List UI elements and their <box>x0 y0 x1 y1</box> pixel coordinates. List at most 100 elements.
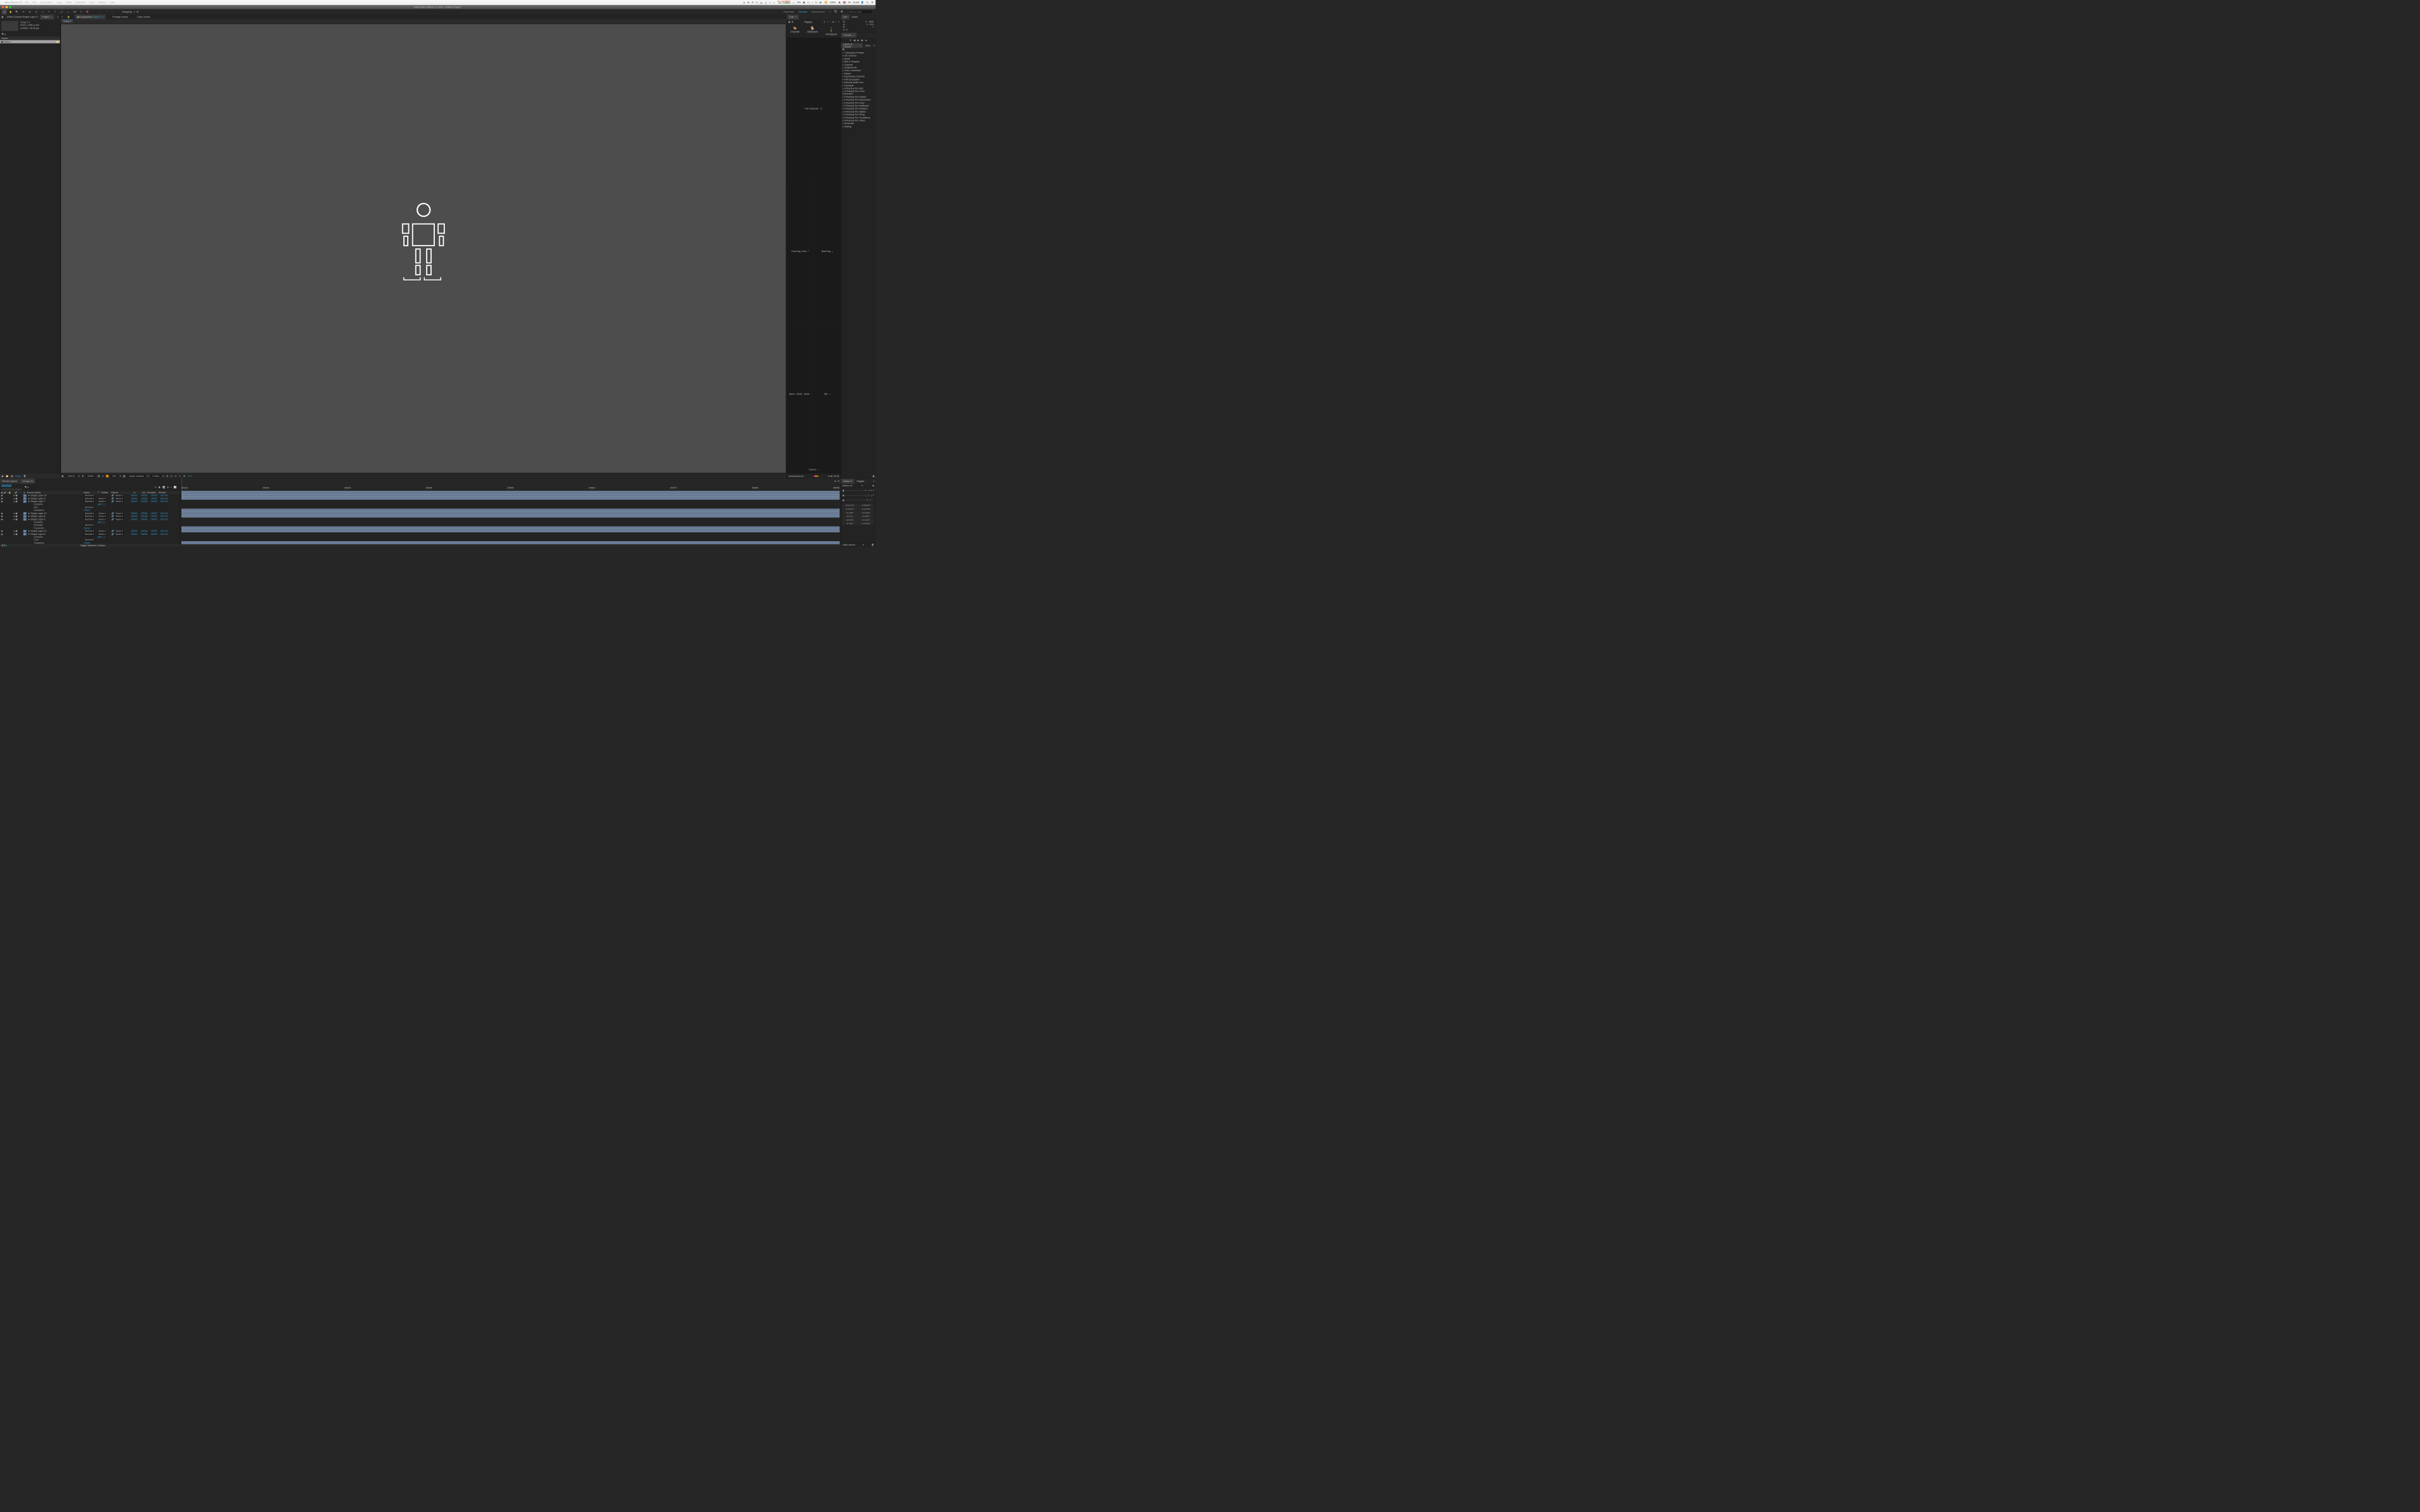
cam-menu-icon[interactable]: ▾ <box>147 475 149 478</box>
motion2-clone-button[interactable]: ⊕ CLONE <box>858 507 874 510</box>
render-queue-tab[interactable]: Render Queue <box>0 479 20 484</box>
trash-icon[interactable]: 🗑 <box>872 544 875 546</box>
motion2-null-button[interactable]: ⊕ NULL <box>842 515 858 518</box>
always-preview-icon[interactable]: ▣ <box>62 475 64 478</box>
views-dropdown[interactable]: 1 View <box>151 474 161 478</box>
pixel-aspect-icon[interactable]: ⊡ <box>175 475 176 478</box>
figure-r-shin[interactable] <box>426 265 432 275</box>
layer-bar[interactable] <box>182 512 839 514</box>
preview-next-icon[interactable]: |▶︎ <box>861 39 863 42</box>
dropdown-icon[interactable]: ▾ <box>861 484 863 487</box>
current-frame[interactable]: 00000 <box>86 474 95 478</box>
input-flag[interactable]: 🇬🇧 <box>843 1 846 4</box>
audio-tab[interactable]: Audio <box>850 14 860 20</box>
timeline-ruler[interactable]: ⊕ ⊟ 000100002000030000400005000060000700… <box>180 479 841 491</box>
effects-category[interactable]: FxFactory Pro Generators <box>841 98 876 101</box>
notifications-icon[interactable]: ☰ <box>871 1 873 4</box>
motion2-jump-button[interactable]: ⊕ JUMP <box>842 511 858 514</box>
exposure[interactable]: +0.0 <box>188 475 192 478</box>
search-help-input[interactable] <box>848 10 873 14</box>
layer-bar[interactable] <box>182 491 839 493</box>
panel-overflow-icon[interactable]: » <box>56 16 60 18</box>
layer-row[interactable]: ◉▸ ▣1★ Shape Layer 14Normal ▾🔗 None ▾000… <box>0 494 180 497</box>
layer-bar[interactable] <box>182 541 839 544</box>
user-icon[interactable]: 👤 <box>861 1 864 4</box>
effects-presets-tab[interactable]: Effects & Presets≡ <box>841 43 863 48</box>
dropbox-icon[interactable]: ⬡ <box>756 1 758 4</box>
guides-icon[interactable]: ⊞ <box>166 475 168 478</box>
channels-icon[interactable]: 🟧 <box>106 475 109 478</box>
menu-window[interactable]: Window <box>98 1 107 4</box>
roto-tool-icon[interactable]: ✦ <box>78 9 83 14</box>
duik-cancel[interactable]: Cancel« <box>787 466 841 474</box>
timeline-tracks[interactable] <box>180 491 841 544</box>
res-menu-icon[interactable]: ▾ <box>120 475 121 478</box>
effect-controls-tab-icon[interactable]: ▣ <box>0 16 5 18</box>
motion2-tab[interactable]: Motion 2 <box>841 479 855 484</box>
duik-ik-icon[interactable]: ⟋ <box>829 21 831 23</box>
effects-category[interactable]: FxFactory Pro Color Correction <box>841 90 876 96</box>
comp-chip[interactable]: Comp 1 <box>62 20 73 23</box>
figure-l-foot[interactable] <box>403 277 420 280</box>
mask-icon[interactable]: ◫ <box>170 475 172 478</box>
layer-row[interactable]: ◉▸ ▣6★ Shape Layer 6Normal ▾None ▾🔗 None… <box>0 518 180 521</box>
selection-tool-icon[interactable]: ▲ <box>2 9 7 14</box>
snapping-label[interactable]: Snapping <box>122 11 132 13</box>
eraser-tool-icon[interactable]: ⌫ <box>72 9 77 14</box>
motion2-slider-3[interactable]: ⊢ ⊣ ↔ <box>843 499 874 501</box>
wifi-icon[interactable]: 📶 <box>824 1 827 4</box>
resolution-icon[interactable]: ▾ <box>78 475 79 478</box>
axis-tool-icon[interactable]: ⊹ <box>103 9 108 14</box>
sync-icon[interactable]: 🗖 <box>834 10 836 14</box>
figure-head[interactable] <box>417 203 430 217</box>
motion2-spin-button[interactable]: ⊕ SPIN <box>842 522 858 525</box>
effects-category[interactable]: Keying <box>841 125 876 129</box>
rect-tool-icon[interactable]: ▭ <box>40 9 45 14</box>
duik-help-icon[interactable]: ? <box>838 21 839 23</box>
figure-l-shoulder[interactable] <box>402 224 410 234</box>
interpret-icon[interactable]: ▣ <box>1 475 3 478</box>
duik-bone-icon[interactable]: / <box>827 21 828 23</box>
layer-row[interactable]: ◉▸ ▣3★ Shape Layer 7Normal ▾None ▾🔗 None… <box>0 500 180 503</box>
duik-full-character[interactable]: Full character🚶 <box>787 38 841 180</box>
tl-tool-icon[interactable]: ⟲ <box>154 486 156 489</box>
motion2-blend-button[interactable]: ⊕ BLEND <box>858 504 874 507</box>
duik-spine[interactable]: Spine - Neck - Head↕ <box>787 323 814 465</box>
ruler-icon[interactable]: ⊟ <box>838 480 839 483</box>
project-search[interactable]: 🔍▾ <box>0 32 60 37</box>
viewer-lock-icon[interactable]: 🔒 <box>67 16 71 18</box>
brush-tool-icon[interactable]: 🖌 <box>59 9 64 14</box>
figure-r-foot[interactable] <box>424 277 441 280</box>
duik-link-icon[interactable]: ~ <box>836 21 837 23</box>
comp-new-icon[interactable]: ▣ <box>11 475 13 478</box>
tl-shy-icon[interactable]: 👻 <box>162 486 165 489</box>
menu-view[interactable]: View <box>89 1 95 4</box>
snapshot-icon[interactable]: 📷 <box>97 475 100 478</box>
duik-tail[interactable]: Tail〰 <box>814 323 841 465</box>
status-icon[interactable]: ▣ <box>803 1 805 4</box>
fast-preview-icon[interactable]: ⚛ <box>179 475 181 478</box>
layer-bar[interactable] <box>182 527 839 529</box>
battery-right[interactable]: 100% <box>830 1 836 4</box>
preview-first-icon[interactable]: ⏮ <box>850 39 851 42</box>
layer-row[interactable]: ◉▸ ▣7★ Shape Layer 12Normal ▾None ▾🔗 Non… <box>0 530 180 533</box>
clone-tool-icon[interactable]: ⎌ <box>66 9 71 14</box>
footage-tab[interactable]: Footage (none) <box>110 14 130 19</box>
status-icon[interactable]: ⟳ <box>752 1 754 4</box>
volume-icon[interactable]: 🔊 <box>819 1 822 4</box>
workspace-standard[interactable]: Standard <box>798 11 807 13</box>
effects-new-icon[interactable]: ▣ <box>841 475 876 478</box>
menu-help[interactable]: Help <box>110 1 115 4</box>
timeline-zoom-slider[interactable] <box>180 544 841 547</box>
pen-tool-icon[interactable]: ✎ <box>47 9 52 14</box>
viewer-overflow-icon[interactable]: » <box>62 16 63 18</box>
axis-tool-icon[interactable]: ⊹ <box>97 9 102 14</box>
figure-r-shoulder[interactable] <box>437 224 445 234</box>
motion2-excite-button[interactable]: ⊕ EXCITE <box>842 504 858 507</box>
panel-overflow-icon[interactable]: » <box>872 480 875 483</box>
duik-front-leg[interactable]: Front leg / Arm╹ <box>787 180 814 323</box>
roi-icon[interactable]: ⊞ <box>82 475 84 478</box>
views-menu-icon[interactable]: ▾ <box>163 475 164 478</box>
motion2-burst-button[interactable]: ⊕ BURST <box>842 507 858 510</box>
resolution-dropdown[interactable]: Full <box>111 474 117 478</box>
